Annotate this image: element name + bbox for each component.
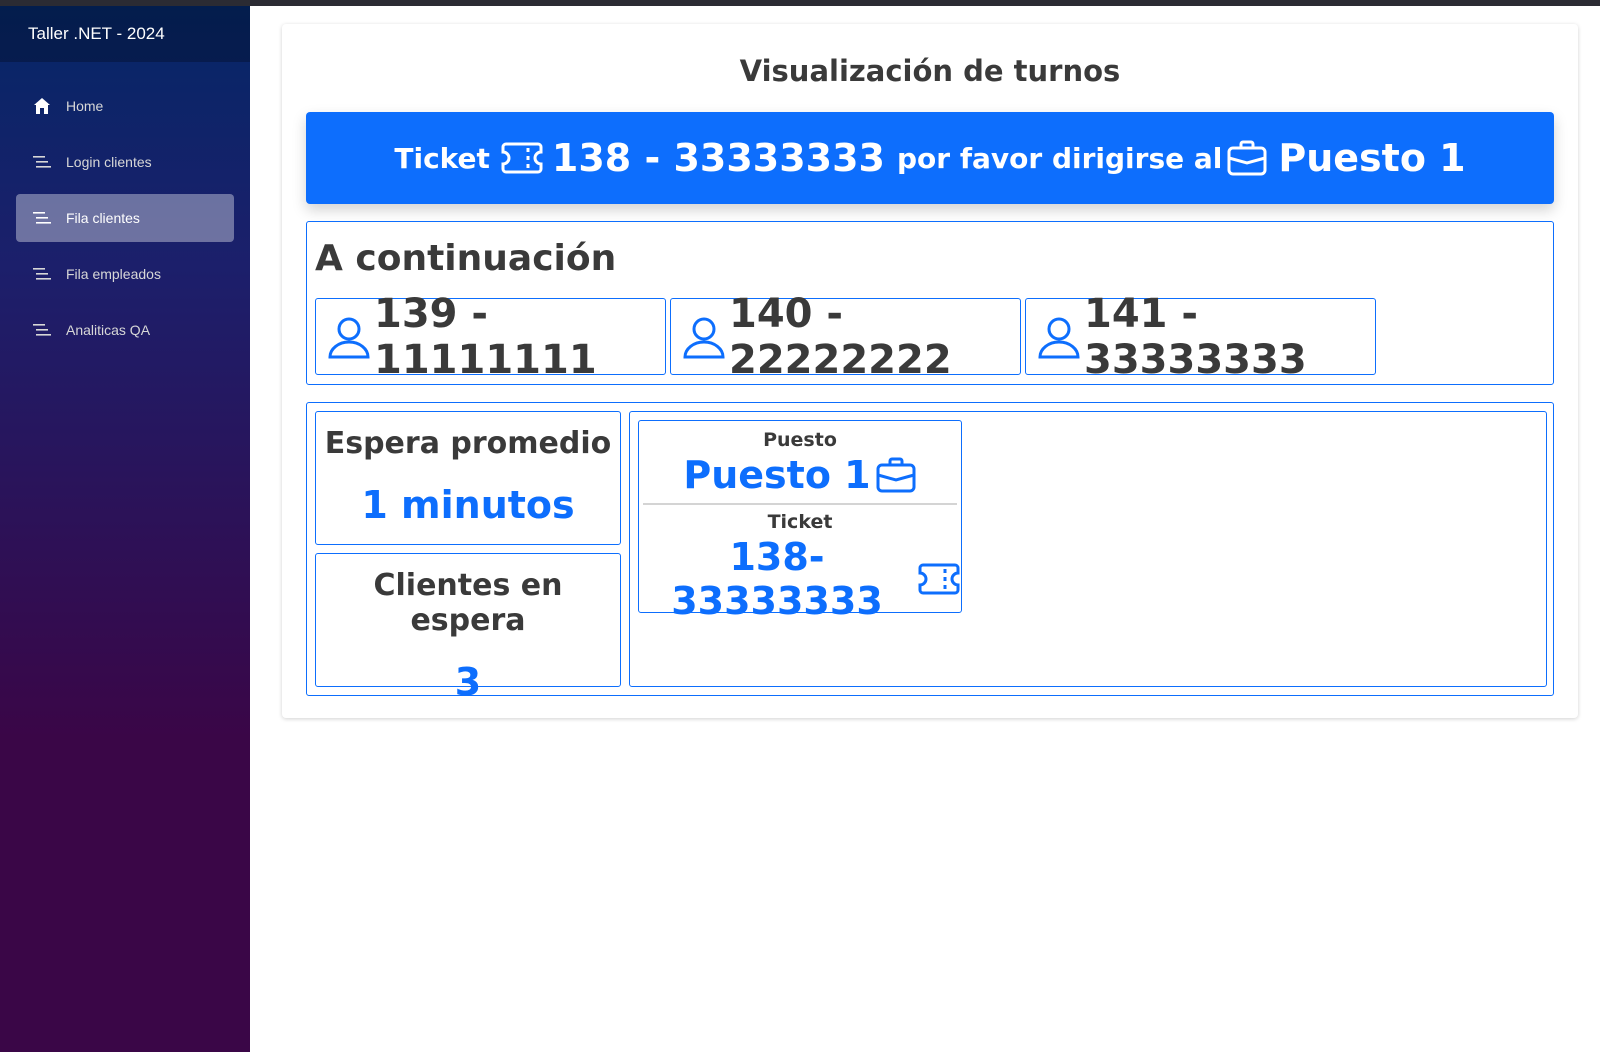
- sidebar-item-fila-clientes[interactable]: Fila clientes: [16, 194, 234, 242]
- briefcase-icon: [875, 455, 917, 495]
- sidebar-item-label: Fila clientes: [66, 210, 140, 226]
- user-icon: [1036, 315, 1082, 359]
- queue-card: 139 - 11111111: [315, 291, 666, 383]
- sidebar-item-home[interactable]: Home: [16, 82, 234, 130]
- station-value-row: Puesto 1: [639, 453, 961, 497]
- average-wait-label: Espera promedio: [324, 426, 612, 461]
- queue-card: 140 - 22222222: [670, 291, 1021, 383]
- station-label: Puesto: [763, 429, 837, 451]
- station-divider: [643, 503, 957, 505]
- sidebar-item-label: Home: [66, 98, 104, 114]
- banner-station: Puesto 1: [1278, 136, 1466, 180]
- user-icon: [326, 315, 372, 359]
- sidebar-item-label: Analiticas QA: [66, 322, 151, 338]
- main-panel: Visualización de turnos Ticket 138 - 333…: [282, 24, 1578, 718]
- next-turns-panel: A continuación 139 - 11111111 140 - 2222…: [306, 221, 1554, 385]
- queue-card-label: 140 - 22222222: [729, 290, 952, 383]
- sidebar-nav: Home Login clientes Fila clientes Fila e…: [0, 62, 250, 354]
- banner-message: por favor dirigirse al: [897, 141, 1223, 175]
- list-icon: [32, 320, 52, 340]
- home-icon: [32, 96, 52, 116]
- briefcase-icon: [1226, 138, 1268, 178]
- stations-area: Puesto Puesto 1 Ticket 138-33333333: [629, 411, 1547, 687]
- list-icon: [32, 264, 52, 284]
- station-ticket-label: Ticket: [767, 511, 833, 533]
- list-icon: [32, 208, 52, 228]
- queue-card: 141 - 33333333: [1025, 291, 1376, 383]
- ticket-icon: [917, 561, 961, 597]
- average-wait-value: 1 minutos: [361, 483, 575, 527]
- clients-waiting-card: Clientes en espera 3: [315, 553, 621, 704]
- sidebar-item-login-clientes[interactable]: Login clientes: [16, 138, 234, 186]
- banner-ticket-label: Ticket: [394, 141, 490, 175]
- ticket-icon: [500, 140, 544, 176]
- station-ticket-row: 138-33333333: [639, 535, 961, 623]
- user-icon: [681, 315, 727, 359]
- station-ticket-value: 138-33333333: [671, 535, 883, 623]
- sidebar-item-label: Fila empleados: [66, 266, 161, 282]
- queue-card-label: 139 - 11111111: [374, 290, 597, 383]
- station-value: Puesto 1: [683, 453, 871, 497]
- banner-ticket-value: 138 - 33333333: [551, 136, 885, 180]
- current-turn-banner: Ticket 138 - 33333333 por favor dirigirs…: [306, 112, 1554, 204]
- page-title: Visualización de turnos: [739, 54, 1121, 88]
- next-turns-title: A continuación: [315, 238, 617, 279]
- average-wait-card: Espera promedio 1 minutos: [315, 411, 621, 545]
- station-card: Puesto Puesto 1 Ticket 138-33333333: [638, 420, 962, 623]
- clients-waiting-label: Clientes en espera: [373, 568, 563, 638]
- clients-waiting-value: 3: [454, 660, 482, 704]
- list-icon: [32, 152, 52, 172]
- sidebar: Taller .NET - 2024 Home Login clientes F…: [0, 6, 250, 1052]
- stats-panel: Espera promedio 1 minutos Clientes en es…: [306, 402, 1554, 704]
- queue-card-label: 141 - 33333333: [1084, 290, 1307, 383]
- sidebar-item-analiticas-qa[interactable]: Analiticas QA: [16, 306, 234, 354]
- sidebar-item-fila-empleados[interactable]: Fila empleados: [16, 250, 234, 298]
- sidebar-item-label: Login clientes: [66, 154, 152, 170]
- app-title[interactable]: Taller .NET - 2024: [0, 6, 250, 62]
